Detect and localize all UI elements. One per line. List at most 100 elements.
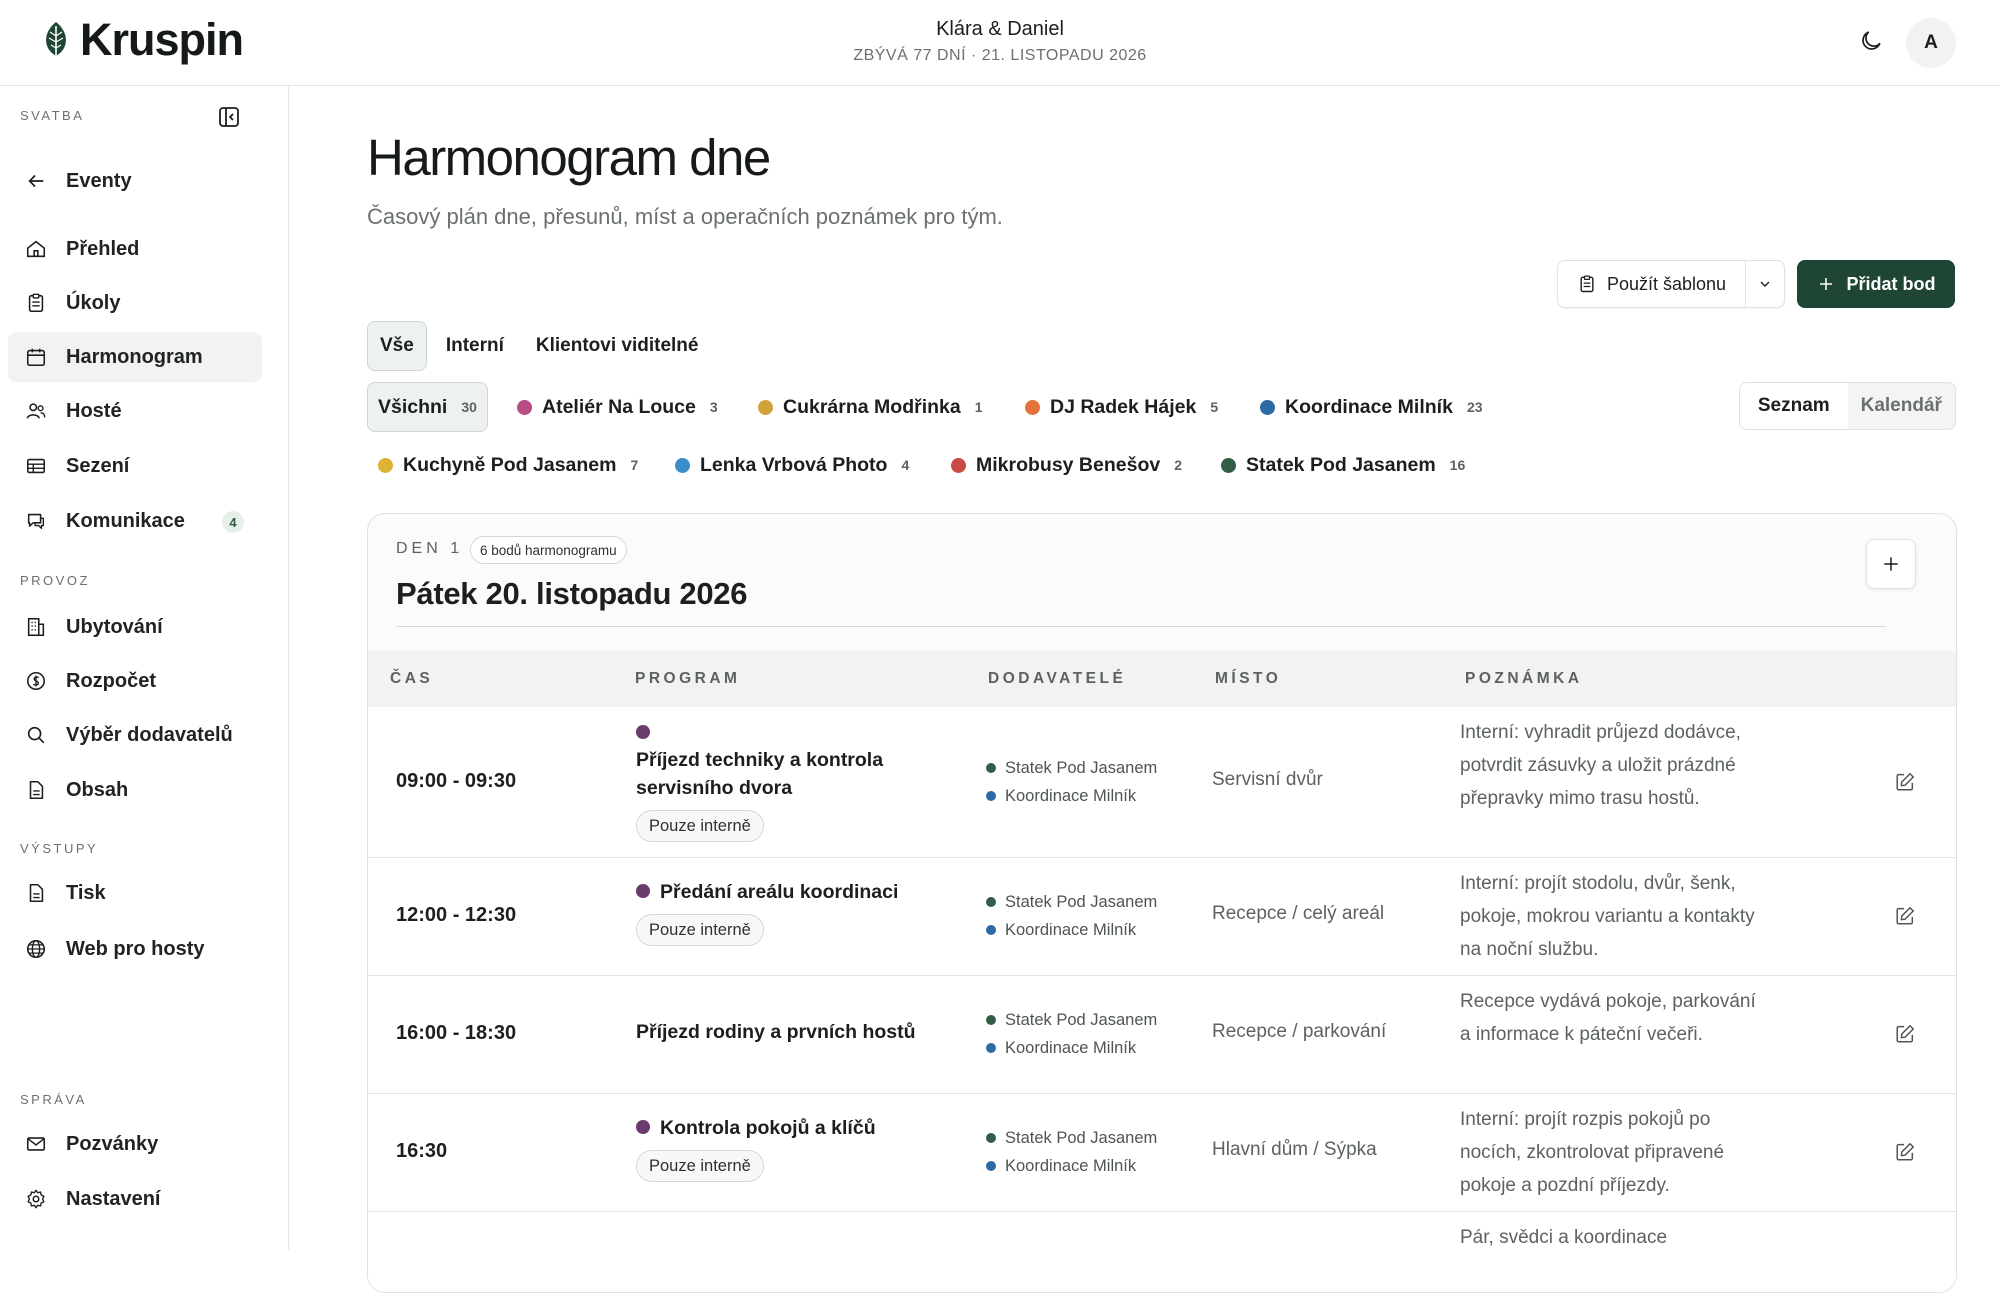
filter-chip-kuchyne-pod-jasanem[interactable]: Kuchyně Pod Jasanem 7 [367, 440, 649, 490]
sidebar-item-ubytovani[interactable]: Ubytování [8, 602, 262, 652]
use-template-button[interactable]: Použít šablonu [1557, 260, 1785, 308]
filter-count: 1 [974, 399, 983, 415]
brand-logo[interactable]: Kruspin [42, 14, 244, 66]
leaf-icon [46, 22, 66, 58]
search-icon [27, 726, 45, 744]
document-icon [29, 883, 44, 903]
vendor-name: Statek Pod Jasanem [1005, 1129, 1158, 1147]
filter-chip-atelier-na-louce[interactable]: Ateliér Na Louce 3 [506, 382, 729, 432]
sidebar-item-prehled[interactable]: Přehled [8, 224, 262, 274]
filter-label: Mikrobusy Benešov [976, 453, 1161, 476]
internal-only-badge: Pouze interně [636, 810, 764, 842]
row-note: Interní: projít rozpis pokojů po nocích,… [1460, 1109, 1725, 1196]
column-header-dodavatele[interactable]: DODAVATELÉ [988, 670, 1126, 688]
sidebar-item-web-pro-hosty[interactable]: Web pro hosty [8, 924, 262, 974]
filter-chip-vsichni[interactable]: Všichni 30 [367, 382, 488, 432]
tab-interni[interactable]: Interní [433, 321, 517, 371]
sidebar-item-harmonogram[interactable]: Harmonogram [8, 332, 262, 382]
tab-klientovi-viditelne[interactable]: Klientovi viditelné [523, 321, 712, 371]
section-label-svatba: SVATBA [20, 108, 85, 123]
filter-chip-lenka-vrbova-photo[interactable]: Lenka Vrbová Photo 4 [664, 440, 920, 490]
sidebar-item-obsah[interactable]: Obsah [8, 765, 262, 815]
vendor-tag: Statek Pod Jasanem [986, 1124, 1157, 1152]
filter-chip-statek-pod-jasanem[interactable]: Statek Pod Jasanem 16 [1210, 440, 1476, 490]
brand-name: Kruspin [80, 14, 244, 65]
filter-chip-cukrarna-modrinka[interactable]: Cukrárna Modřinka 1 [747, 382, 994, 432]
theme-toggle-moon-icon[interactable] [1858, 28, 1884, 59]
filter-label: Cukrárna Modřinka [783, 395, 961, 418]
color-dot [517, 399, 532, 415]
tab-vse[interactable]: Vše [367, 321, 427, 371]
plus-icon [1884, 557, 1898, 571]
collapse-sidebar-icon[interactable] [217, 105, 241, 129]
filter-chip-mikrobusy-benesov[interactable]: Mikrobusy Benešov 2 [940, 440, 1193, 490]
vendor-name: Statek Pod Jasanem [1005, 1011, 1158, 1029]
column-header-misto[interactable]: MÍSTO [1215, 670, 1281, 688]
row-place: Hlavní dům / Sýpka [1212, 1139, 1377, 1160]
nav-label: Sezení [66, 454, 130, 477]
row-place: Recepce / parkování [1212, 1021, 1387, 1042]
view-option-seznam[interactable]: Seznam [1740, 383, 1848, 429]
filter-label: Statek Pod Jasanem [1246, 453, 1436, 476]
vendor-name: Koordinace Milník [1005, 1157, 1137, 1175]
color-dot [636, 725, 650, 739]
building-icon [27, 617, 45, 637]
page-subtitle: Časový plán dne, přesunů, míst a operačn… [367, 204, 1003, 229]
sidebar-item-sezeni[interactable]: Sezení [8, 441, 262, 491]
column-header-program[interactable]: PROGRAM [635, 670, 740, 688]
sidebar-item-pozvanky[interactable]: Pozvánky [8, 1119, 262, 1169]
template-dropdown-chevron-down-icon[interactable] [1746, 261, 1784, 307]
table-row[interactable]: 09:00 - 09:30 Příjezd techniky a kontrol… [368, 707, 1956, 858]
nav-label: Komunikace [66, 509, 185, 532]
row-vendors: Statek Pod Jasanem Koordinace Milník [986, 1124, 1157, 1180]
event-header: Klára & Daniel ZBÝVÁ 77 DNÍ · 21. LISTOP… [700, 18, 1300, 65]
view-option-kalendar[interactable]: Kalendář [1848, 383, 1956, 429]
add-item-button[interactable]: Přidat bod [1797, 260, 1955, 308]
row-vendors: Statek Pod Jasanem Koordinace Milník [986, 1006, 1157, 1062]
filter-count: 4 [901, 457, 910, 473]
day-label: DEN 1 [396, 540, 464, 557]
day-card: DEN 1 6 bodů harmonogramu Pátek 20. list… [367, 513, 1957, 1293]
row-program: Předání areálu koordinaci Pouze interně [636, 878, 936, 946]
sidebar-item-rozpocet[interactable]: Rozpočet [8, 656, 262, 706]
visibility-tabs: Vše Interní Klientovi viditelné [367, 321, 711, 371]
filter-chip-dj-radek-hajek[interactable]: DJ Radek Hájek 5 [1014, 382, 1229, 432]
edit-icon[interactable] [1894, 1141, 1916, 1168]
nav-label: Výběr dodavatelů [66, 723, 233, 746]
main-content: Harmonogram dne Časový plán dne, přesunů… [289, 86, 2000, 1293]
sidebar-item-ukoly[interactable]: Úkoly [8, 278, 262, 328]
vendor-tag: Statek Pod Jasanem [986, 754, 1157, 782]
color-dot [986, 1133, 996, 1143]
filter-chip-koordinace-milnik[interactable]: Koordinace Milník 23 [1249, 382, 1494, 432]
internal-only-badge: Pouze interně [636, 914, 764, 946]
program-title: Příjezd rodiny a prvních hostů [636, 1021, 916, 1043]
column-header-cas[interactable]: ČAS [390, 670, 433, 688]
nav-back-events[interactable]: Eventy [8, 156, 262, 206]
plus-icon [1819, 278, 1832, 290]
use-template-main[interactable]: Použít šablonu [1558, 261, 1746, 307]
table-row[interactable]: 16:00 - 18:30 Příjezd rodiny a prvních h… [368, 976, 1956, 1094]
sidebar-item-vyber-dodavatelu[interactable]: Výběr dodavatelů [8, 710, 262, 760]
filter-label: Lenka Vrbová Photo [700, 453, 888, 476]
nav-label: Eventy [66, 169, 132, 192]
sidebar-item-tisk[interactable]: Tisk [8, 868, 262, 918]
table-row[interactable]: 12:00 - 12:30 Předání areálu koordinaci … [368, 858, 1956, 976]
home-icon [26, 240, 46, 258]
sidebar-item-hoste[interactable]: Hosté [8, 386, 262, 436]
color-dot [1025, 399, 1040, 415]
edit-icon[interactable] [1894, 1023, 1916, 1050]
sidebar-item-nastaveni[interactable]: Nastavení [8, 1174, 262, 1224]
table-icon [26, 458, 46, 474]
top-bar: Kruspin Klára & Daniel ZBÝVÁ 77 DNÍ · 21… [0, 0, 2000, 86]
color-dot [636, 884, 650, 898]
sidebar-item-komunikace[interactable]: Komunikace 4 [8, 496, 262, 546]
avatar[interactable]: A [1906, 18, 1956, 68]
edit-icon[interactable] [1894, 771, 1916, 798]
color-dot [986, 925, 996, 935]
section-label-vystupy: VÝSTUPY [20, 841, 99, 856]
table-row[interactable]: 16:30 Kontrola pokojů a klíčů Pouze inte… [368, 1094, 1956, 1212]
column-header-poznamka[interactable]: POZNÁMKA [1465, 670, 1583, 688]
table-row[interactable]: Pár, svědci a koordinace [368, 1212, 1956, 1292]
add-day-item-button[interactable] [1866, 539, 1916, 589]
edit-icon[interactable] [1894, 905, 1916, 932]
